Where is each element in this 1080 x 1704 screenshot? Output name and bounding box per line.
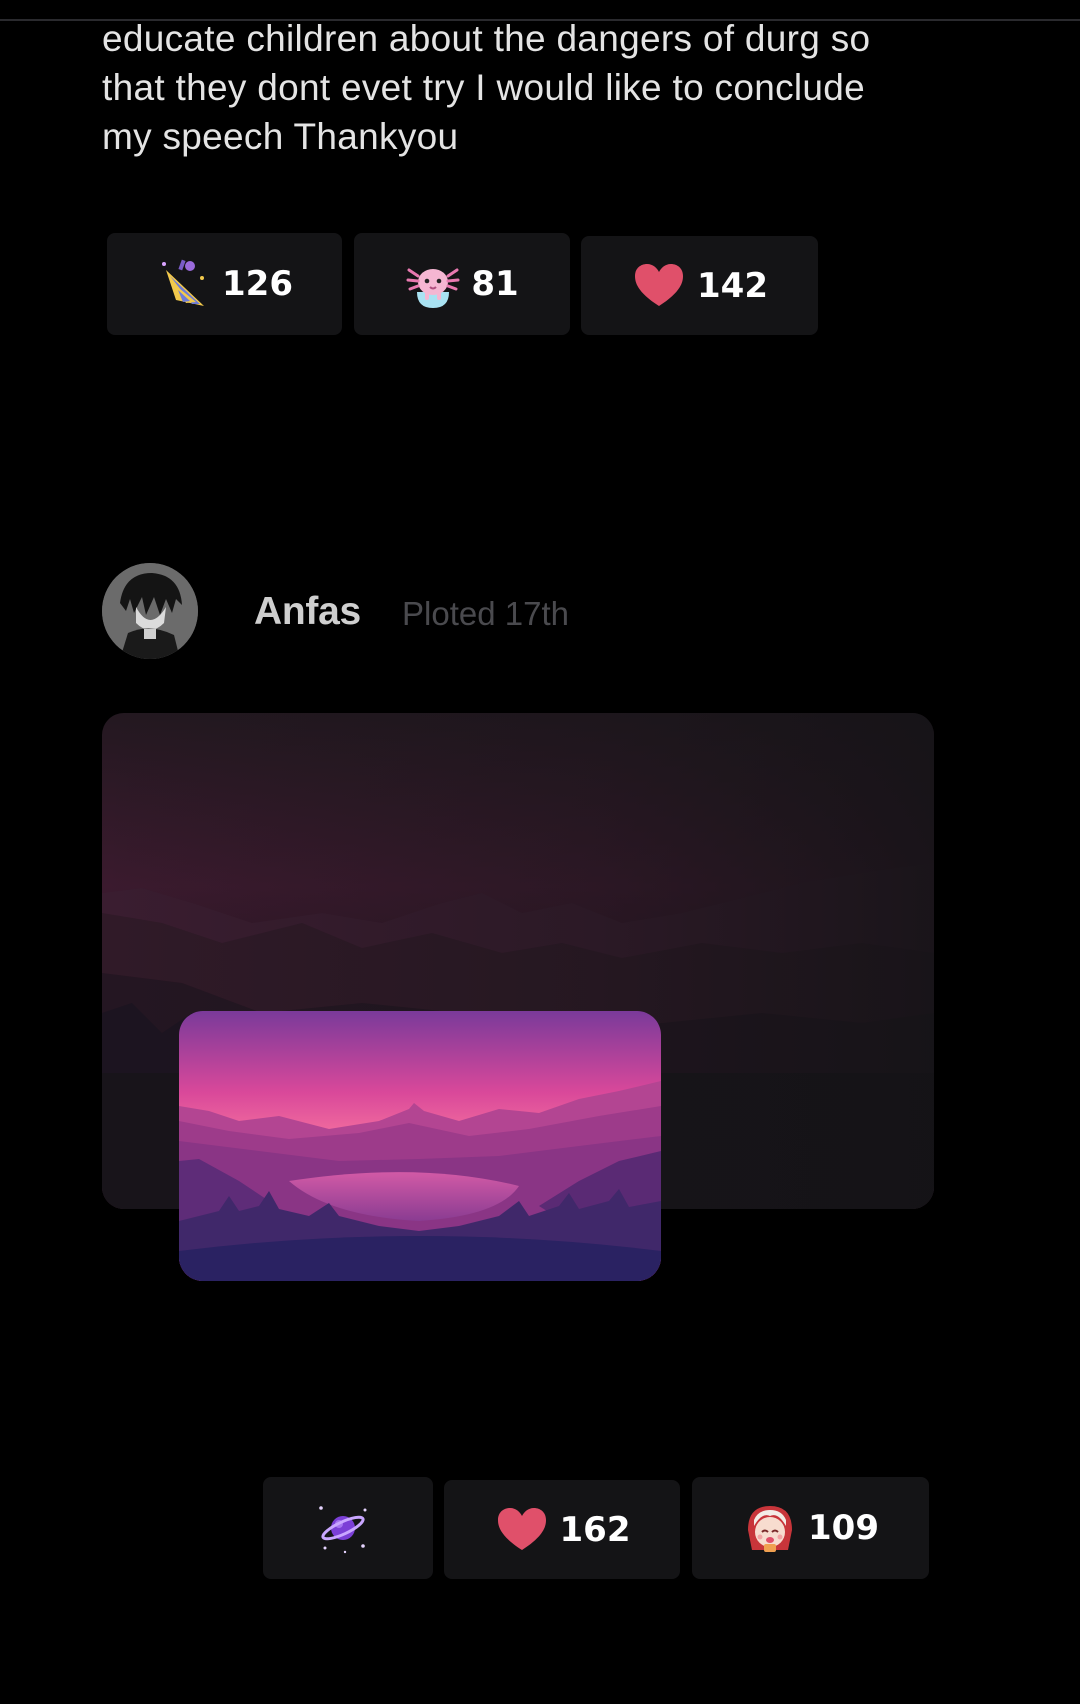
reaction-anime-girl-button[interactable]: 109 (692, 1477, 929, 1579)
reaction-count: 109 (808, 1508, 879, 1548)
reaction-count: 162 (559, 1509, 631, 1550)
post-text-line: my speech Thankyou (102, 116, 459, 157)
heart-icon (494, 1502, 550, 1558)
reaction-heart-button[interactable]: 162 (444, 1480, 680, 1579)
reaction-count: 126 (222, 264, 293, 304)
axolotl-icon (405, 256, 461, 312)
post-date: Ploted 17th (402, 595, 569, 632)
reaction-heart-button[interactable]: 142 (581, 236, 818, 335)
anime-avatar-icon[interactable] (102, 563, 198, 659)
reaction-count: 142 (697, 265, 768, 306)
author-name[interactable]: Anfas (254, 590, 361, 634)
reaction-count: 81 (471, 264, 519, 304)
anime-girl-icon (742, 1500, 798, 1556)
post-text-line: that they dont evet try I would like to … (102, 67, 866, 108)
post-body-text: educate children about the dangers of du… (102, 14, 982, 161)
reaction-purple-planet-button[interactable] (263, 1477, 433, 1579)
purple-planet-icon (315, 1500, 371, 1556)
heart-icon (631, 258, 687, 314)
mountain-sunset-pink-image[interactable] (179, 1011, 661, 1281)
reaction-party-popper-button[interactable]: 126 (107, 233, 342, 335)
party-popper-icon (156, 256, 212, 312)
reaction-axolotl-button[interactable]: 81 (354, 233, 570, 335)
post-text-line: educate children about the dangers of du… (102, 18, 871, 59)
post-author-row: Anfas Ploted 17th (102, 563, 802, 659)
